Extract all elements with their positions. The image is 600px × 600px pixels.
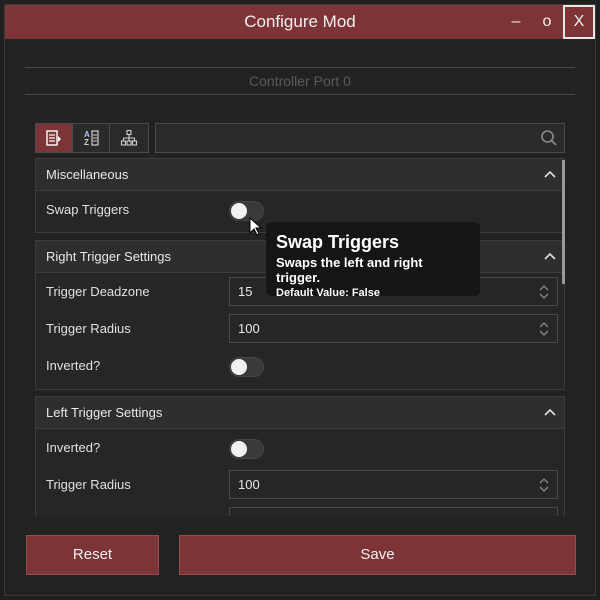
- hierarchy-view-button[interactable]: [110, 124, 147, 152]
- settings-scroll-area[interactable]: Miscellaneous Swap Triggers Right Trigge…: [35, 158, 567, 516]
- maximize-button[interactable]: o: [533, 5, 561, 39]
- chevron-up-icon[interactable]: [544, 251, 556, 261]
- spinner-arrows-icon[interactable]: [539, 321, 549, 337]
- spinner-arrows-icon[interactable]: [539, 477, 549, 493]
- right-inverted-toggle[interactable]: [229, 357, 264, 377]
- vertical-scrollbar[interactable]: [562, 160, 565, 284]
- reset-button[interactable]: Reset: [26, 535, 159, 575]
- tooltip-default-value: False: [351, 287, 380, 299]
- group-header-left-trigger[interactable]: Left Trigger Settings: [36, 397, 564, 429]
- tooltip-default-label: Default Value:: [276, 287, 349, 299]
- setting-row: Trigger Radius 100: [36, 466, 564, 503]
- setting-row: Inverted?: [36, 347, 564, 384]
- setting-row: Inverted?: [36, 429, 564, 466]
- svg-text:Z: Z: [84, 138, 89, 147]
- number-value: 100: [238, 477, 260, 492]
- setting-label: Trigger Radius: [46, 477, 131, 492]
- categorized-icon: [46, 130, 61, 146]
- toggle-knob: [231, 203, 247, 219]
- group-header-miscellaneous[interactable]: Miscellaneous: [36, 159, 564, 191]
- setting-row: Trigger Radius 100: [36, 310, 564, 347]
- minimize-button[interactable]: –: [501, 5, 531, 39]
- tooltip-title: Swap Triggers: [276, 232, 400, 252]
- categorized-view-button[interactable]: [36, 124, 73, 152]
- search-input[interactable]: [162, 128, 526, 150]
- spinner-arrows-icon[interactable]: [539, 284, 549, 300]
- hierarchy-icon: [120, 129, 137, 146]
- tooltip: Swap Triggers Swaps the left and right t…: [266, 222, 480, 299]
- group-title: Miscellaneous: [46, 167, 129, 182]
- number-value: 15: [238, 284, 253, 299]
- group-title: Left Trigger Settings: [46, 405, 163, 420]
- search-box[interactable]: [155, 123, 565, 153]
- alphabetical-view-button[interactable]: A Z: [73, 124, 110, 152]
- setting-label: Trigger Deadzone: [46, 284, 150, 299]
- configure-mod-window: Configure Mod – o X Controller Port 0 A …: [4, 4, 596, 596]
- title-bar[interactable]: Configure Mod – o X: [5, 5, 595, 39]
- setting-label: Swap Triggers: [46, 202, 130, 217]
- search-icon[interactable]: [540, 129, 558, 147]
- left-trigger-radius-field[interactable]: 100: [229, 470, 558, 499]
- chevron-up-icon[interactable]: [544, 407, 556, 417]
- chevron-up-icon[interactable]: [544, 169, 556, 179]
- group-title: Right Trigger Settings: [46, 249, 172, 264]
- cutoff-number-field[interactable]: [229, 507, 558, 516]
- toggle-knob: [231, 359, 247, 375]
- setting-row: [36, 503, 564, 516]
- controller-port-title: Controller Port 0: [25, 67, 575, 95]
- setting-label: Inverted?: [46, 358, 101, 373]
- tooltip-description: Swaps the left and right trigger.: [276, 255, 423, 285]
- sort-alphabetical-icon: A Z: [84, 130, 99, 147]
- group-left-trigger-settings: Left Trigger Settings Inverted? Trigger …: [35, 396, 565, 516]
- left-inverted-toggle[interactable]: [229, 439, 264, 459]
- tooltip-default: Default Value: False: [276, 287, 470, 300]
- mouse-cursor-icon: [249, 216, 263, 242]
- setting-label: Trigger Radius: [46, 321, 131, 336]
- close-button[interactable]: X: [563, 5, 595, 39]
- toggle-knob: [231, 441, 247, 457]
- number-value: 100: [238, 321, 260, 336]
- right-trigger-radius-field[interactable]: 100: [229, 314, 558, 343]
- setting-label: Inverted?: [46, 440, 101, 455]
- view-mode-toolbar: A Z: [35, 123, 149, 153]
- save-button[interactable]: Save: [179, 535, 576, 575]
